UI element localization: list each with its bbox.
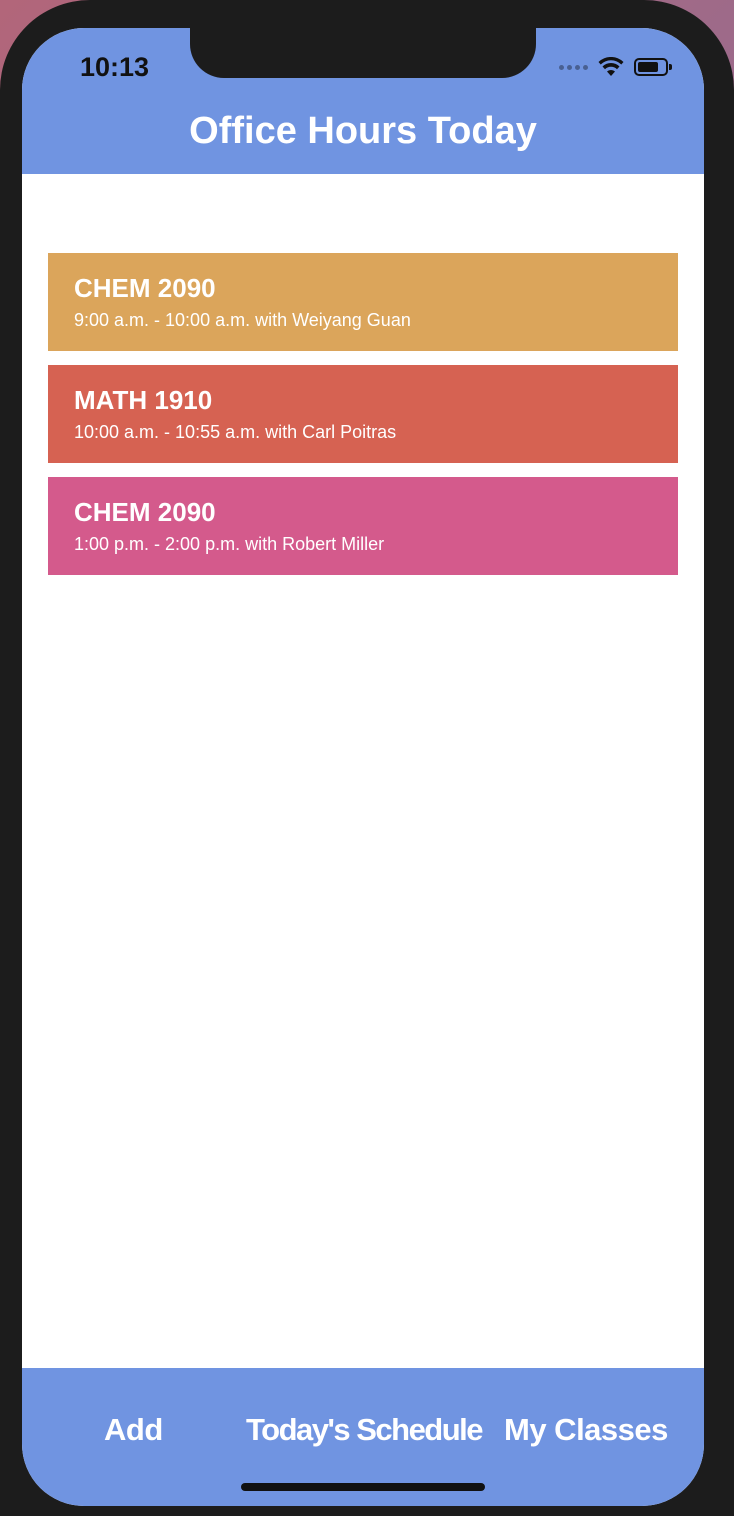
office-hour-card[interactable]: CHEM 2090 1:00 p.m. - 2:00 p.m. with Robe… (48, 477, 678, 575)
battery-icon (634, 58, 672, 76)
cellular-signal-icon (559, 64, 588, 70)
office-hour-card[interactable]: MATH 1910 10:00 a.m. - 10:55 a.m. with Ca… (48, 365, 678, 463)
page-title: Office Hours Today (189, 110, 537, 152)
office-hour-details: 1:00 p.m. - 2:00 p.m. with Robert Miller (74, 534, 385, 554)
office-hours-list: CHEM 2090 9:00 a.m. - 10:00 a.m. with Wei… (48, 253, 678, 589)
status-time: 10:13 (80, 52, 150, 82)
course-name: MATH 1910 (74, 385, 213, 415)
home-indicator[interactable] (241, 1483, 485, 1491)
course-name: CHEM 2090 (74, 273, 216, 303)
course-name: CHEM 2090 (74, 497, 216, 527)
tab-add[interactable]: Add (104, 1412, 163, 1448)
office-hour-details: 9:00 a.m. - 10:00 a.m. with Weiyang Guan (74, 310, 411, 330)
app-screen: 10:13 Office Hours Today CHEM 2090 9:00 a… (22, 28, 704, 1506)
office-hour-details: 10:00 a.m. - 10:55 a.m. with Carl Poitra… (74, 422, 397, 442)
header-bar: 10:13 Office Hours Today (22, 28, 704, 174)
status-icons (559, 56, 672, 78)
tab-my-classes[interactable]: My Classes (504, 1412, 668, 1448)
phone-frame: 10:13 Office Hours Today CHEM 2090 9:00 a… (0, 0, 734, 1516)
wifi-icon (598, 57, 624, 76)
office-hour-card[interactable]: CHEM 2090 9:00 a.m. - 10:00 a.m. with Wei… (48, 253, 678, 351)
tab-todays-schedule[interactable]: Today's Schedule (246, 1412, 484, 1448)
device-notch (190, 28, 536, 78)
